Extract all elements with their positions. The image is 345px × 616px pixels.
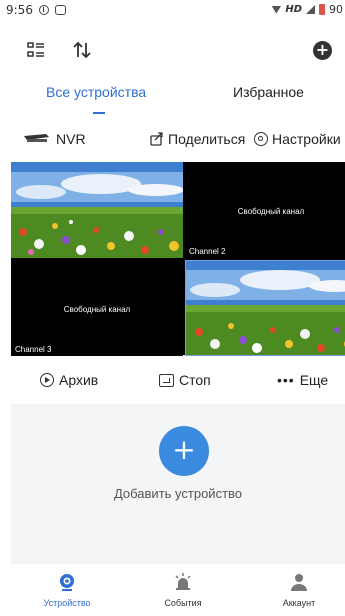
- channel-3-label: Channel 3: [15, 345, 52, 354]
- sort-icon[interactable]: [72, 40, 92, 60]
- video-grid: Свободный канал Channel 2 Свободный кана…: [11, 162, 345, 356]
- more-dots-icon: •••: [277, 372, 295, 388]
- status-bar: 9:56 HD 90: [0, 0, 345, 22]
- camera-icon: [60, 574, 74, 591]
- more-label: Еще: [299, 372, 329, 388]
- more-button[interactable]: ••• Еще: [277, 372, 328, 388]
- stop-button[interactable]: Стоп: [159, 372, 211, 388]
- add-device-area: + Добавить устройство: [11, 404, 345, 564]
- free-channel-label: Свободный канал: [237, 207, 305, 216]
- alarm-icon: [38, 5, 49, 15]
- device-name[interactable]: NVR: [56, 131, 86, 147]
- share-label: Поделиться: [168, 131, 246, 147]
- settings-label: Настройки: [272, 131, 341, 147]
- alarm-light-icon: [175, 573, 191, 590]
- nav-events[interactable]: События: [143, 572, 223, 608]
- nav-events-label: События: [164, 598, 202, 608]
- nav-account[interactable]: Аккаунт: [259, 572, 339, 608]
- network-type: HD: [285, 4, 302, 15]
- channel-3-view[interactable]: Свободный канал Channel 3: [11, 260, 183, 356]
- message-icon: [54, 5, 66, 15]
- meadow-image: [185, 260, 345, 356]
- archive-button[interactable]: Архив: [40, 372, 98, 388]
- stop-icon: [159, 373, 174, 387]
- app-screen: 9:56 HD 90 + Все устройства Избранное NV…: [0, 0, 345, 616]
- free-channel-label: Свободный канал: [63, 305, 131, 314]
- channel-2-label: Channel 2: [189, 247, 226, 256]
- nvr-device-icon: [24, 134, 49, 142]
- user-icon: [291, 574, 307, 591]
- tab-favorites[interactable]: Избранное: [233, 84, 304, 100]
- wifi-icon: [271, 5, 282, 14]
- tab-bar: Все устройства Избранное: [0, 84, 345, 114]
- active-tab-indicator: [93, 112, 105, 114]
- playback-actions: Архив Стоп ••• Еще: [0, 366, 345, 396]
- stop-label: Стоп: [179, 372, 211, 388]
- bottom-navigation: Устройство События Аккаунт: [0, 566, 345, 616]
- channel-1-view[interactable]: [11, 162, 183, 258]
- status-left: 9:56: [6, 3, 66, 17]
- add-device-label[interactable]: Добавить устройство: [11, 486, 345, 501]
- settings-button[interactable]: Настройки: [254, 131, 341, 147]
- status-time: 9:56: [6, 3, 33, 17]
- add-icon[interactable]: +: [313, 41, 332, 60]
- battery-icon: [319, 4, 325, 15]
- channel-2-view[interactable]: Свободный канал Channel 2: [185, 162, 345, 258]
- signal-icon: [306, 5, 315, 14]
- share-icon: [150, 132, 163, 146]
- settings-icon: [254, 132, 268, 146]
- channel-4-view[interactable]: [185, 260, 345, 356]
- meadow-image: [11, 162, 183, 258]
- add-device-button[interactable]: +: [159, 426, 209, 476]
- tab-all-devices[interactable]: Все устройства: [46, 84, 146, 100]
- list-view-icon[interactable]: [27, 42, 45, 58]
- status-right: HD 90: [271, 3, 343, 16]
- nav-devices[interactable]: Устройство: [27, 572, 107, 608]
- nav-devices-label: Устройство: [43, 598, 91, 608]
- nav-account-label: Аккаунт: [282, 598, 316, 608]
- top-toolbar: +: [0, 36, 345, 66]
- device-header: NVR Поделиться Настройки: [0, 127, 345, 155]
- share-button[interactable]: Поделиться: [150, 131, 245, 147]
- play-circle-icon: [40, 373, 54, 387]
- archive-label: Архив: [59, 372, 99, 388]
- battery-level: 90: [329, 3, 343, 16]
